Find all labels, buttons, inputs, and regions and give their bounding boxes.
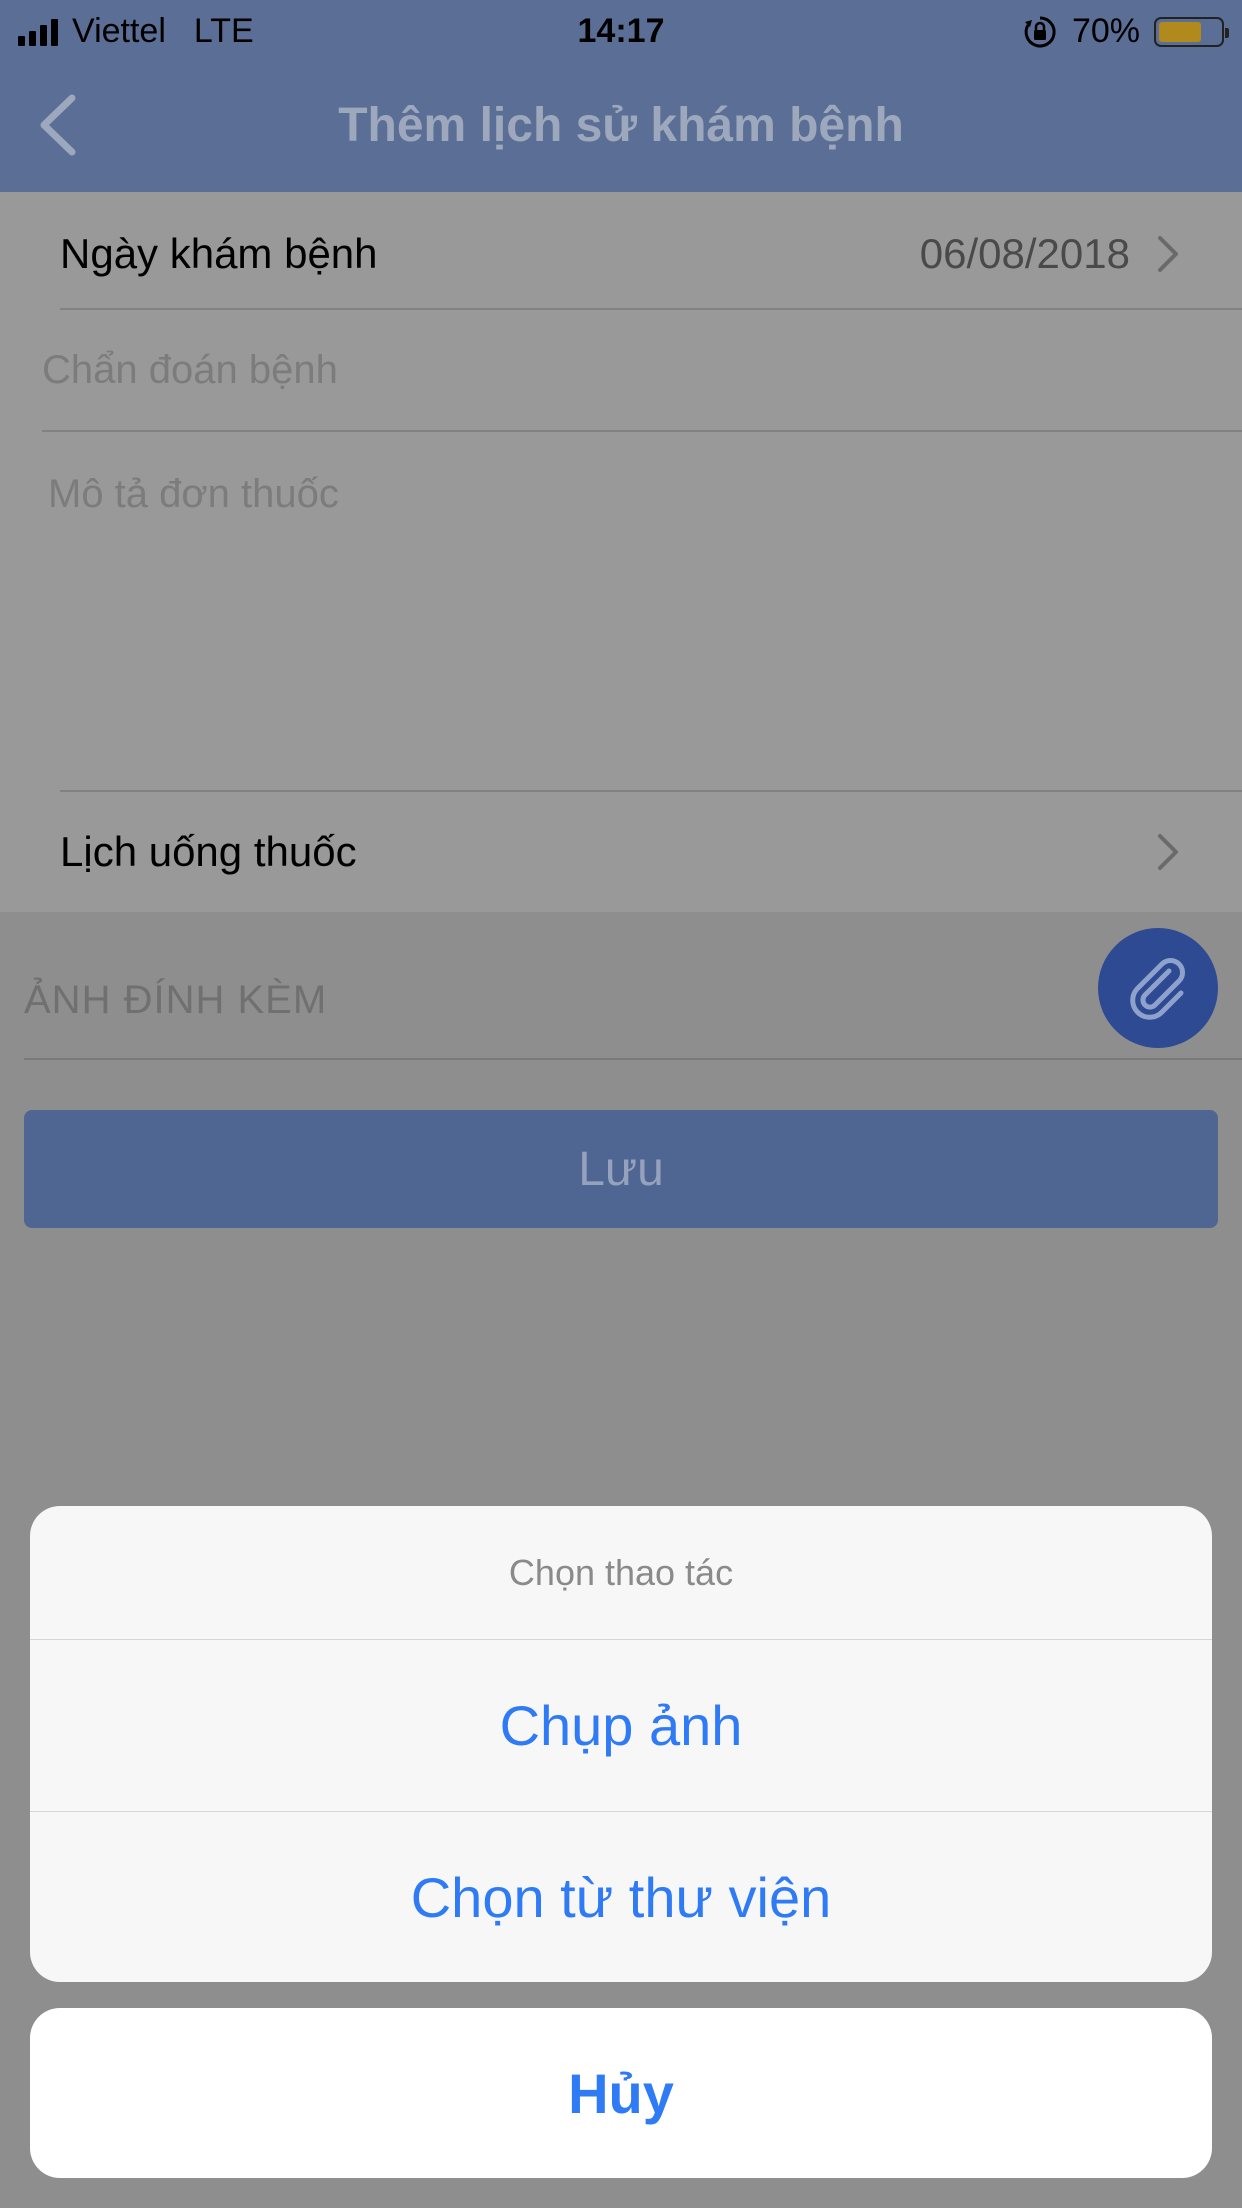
exam-date-label: Ngày khám bệnh (60, 230, 378, 277)
medication-schedule-label: Lịch uống thuốc (60, 828, 357, 875)
prescription-placeholder: Mô tả đơn thuốc (48, 472, 339, 516)
chevron-right-icon (1158, 834, 1178, 870)
status-right: 70% (1022, 12, 1229, 51)
diagnosis-placeholder: Chẩn đoán bệnh (42, 348, 338, 392)
action-sheet-title: Chọn thao tác (30, 1506, 1212, 1640)
status-bar: Viettel LTE 14:17 70% (0, 0, 1242, 60)
prescription-field[interactable]: Mô tả đơn thuốc (48, 432, 1242, 792)
battery-icon (1154, 16, 1229, 47)
action-sheet: Chọn thao tác Chụp ảnh Chọn từ thư viện (30, 1506, 1212, 1982)
battery-percent: 70% (1071, 12, 1140, 50)
page-title: Thêm lịch sử khám bệnh (338, 99, 904, 152)
battery-level (1159, 21, 1201, 42)
attachment-section: ẢNH ĐÍNH KÈM (24, 912, 1242, 1060)
nav-bar: Thêm lịch sử khám bệnh (0, 60, 1242, 192)
attachment-label: ẢNH ĐÍNH KÈM (24, 978, 328, 1022)
exam-form: Ngày khám bệnh 06/08/2018 Chẩn đoán bệnh… (0, 192, 1242, 912)
exam-date-value: 06/08/2018 (919, 230, 1130, 277)
medication-schedule-row[interactable]: Lịch uống thuốc (60, 792, 1242, 912)
paperclip-icon (1130, 958, 1185, 1020)
exam-date-row[interactable]: Ngày khám bệnh 06/08/2018 (60, 192, 1242, 310)
attach-photo-button[interactable] (1098, 928, 1218, 1048)
diagnosis-field[interactable]: Chẩn đoán bệnh (42, 310, 1242, 432)
choose-from-library-option[interactable]: Chọn từ thư viện (30, 1811, 1212, 1982)
chevron-right-icon (1158, 236, 1178, 272)
cancel-button[interactable]: Hủy (30, 2008, 1212, 2178)
save-button[interactable]: Lưu (24, 1110, 1218, 1228)
rotation-lock-icon (1024, 15, 1056, 47)
take-photo-option[interactable]: Chụp ảnh (30, 1640, 1212, 1811)
